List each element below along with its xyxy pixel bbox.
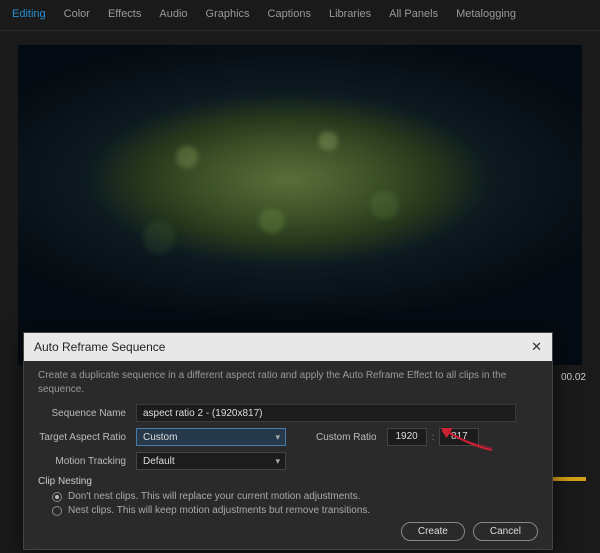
tab-captions[interactable]: Captions bbox=[268, 8, 311, 20]
clip-nesting-title: Clip Nesting bbox=[38, 476, 538, 487]
nest-option-2-label: Nest clips. This will keep motion adjust… bbox=[68, 505, 370, 516]
radio-icon[interactable] bbox=[52, 506, 62, 516]
tab-editing[interactable]: Editing bbox=[12, 8, 46, 20]
tab-graphics[interactable]: Graphics bbox=[206, 8, 250, 20]
nest-option-1-label: Don't nest clips. This will replace your… bbox=[68, 491, 360, 502]
timecode-zoom: 00.02 bbox=[561, 372, 586, 383]
program-monitor[interactable] bbox=[18, 45, 582, 365]
tab-color[interactable]: Color bbox=[64, 8, 90, 20]
custom-width-input[interactable]: 1920 bbox=[387, 428, 427, 446]
tab-audio[interactable]: Audio bbox=[159, 8, 187, 20]
nest-option-1[interactable]: Don't nest clips. This will replace your… bbox=[38, 491, 538, 502]
auto-reframe-dialog: Auto Reframe Sequence ✕ Create a duplica… bbox=[23, 332, 553, 550]
aspect-ratio-select[interactable]: Custom bbox=[136, 428, 286, 446]
dialog-description: Create a duplicate sequence in a differe… bbox=[38, 369, 538, 396]
dialog-titlebar: Auto Reframe Sequence ✕ bbox=[24, 333, 552, 361]
sequence-name-label: Sequence Name bbox=[38, 408, 136, 419]
custom-ratio-label: Custom Ratio bbox=[316, 432, 377, 443]
tab-effects[interactable]: Effects bbox=[108, 8, 141, 20]
create-button[interactable]: Create bbox=[401, 522, 465, 541]
ratio-colon: : bbox=[432, 432, 435, 443]
radio-icon[interactable] bbox=[52, 492, 62, 502]
sequence-name-input[interactable]: aspect ratio 2 - (1920x817) bbox=[136, 404, 516, 422]
nest-option-2[interactable]: Nest clips. This will keep motion adjust… bbox=[38, 505, 538, 516]
cancel-button[interactable]: Cancel bbox=[473, 522, 538, 541]
tab-all-panels[interactable]: All Panels bbox=[389, 8, 438, 20]
tab-metalogging[interactable]: Metalogging bbox=[456, 8, 516, 20]
custom-height-input[interactable]: 817 bbox=[439, 428, 479, 446]
close-icon[interactable]: ✕ bbox=[531, 339, 542, 355]
dialog-title-text: Auto Reframe Sequence bbox=[34, 340, 165, 354]
workspace-tabs: Editing Color Effects Audio Graphics Cap… bbox=[0, 0, 600, 31]
aspect-ratio-label: Target Aspect Ratio bbox=[38, 432, 136, 443]
motion-tracking-select[interactable]: Default bbox=[136, 452, 286, 470]
motion-tracking-label: Motion Tracking bbox=[38, 456, 136, 467]
tab-libraries[interactable]: Libraries bbox=[329, 8, 371, 20]
